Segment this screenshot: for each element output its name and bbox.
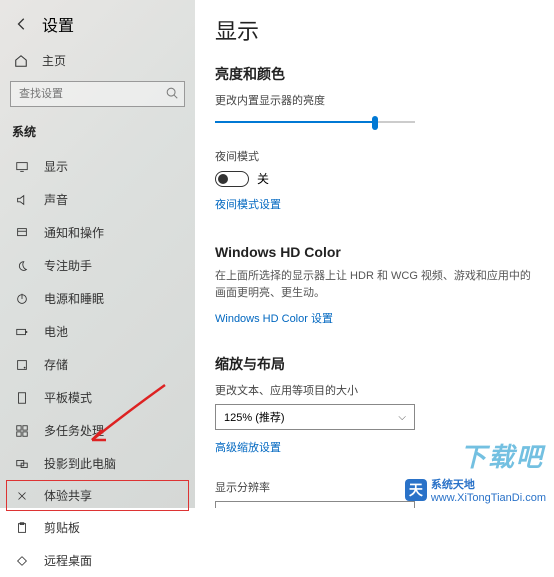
sidebar-item-label: 通知和操作 xyxy=(44,224,104,241)
resolution-select[interactable]: 1920 × 1080 (推荐) ⌵ xyxy=(215,501,415,508)
sidebar-item-battery[interactable]: 电池 xyxy=(0,315,195,348)
notification-icon xyxy=(14,225,30,241)
tablet-icon xyxy=(14,390,30,406)
night-mode-settings-link[interactable]: 夜间模式设置 xyxy=(215,196,281,212)
scale-select[interactable]: 125% (推荐) ⌵ xyxy=(215,404,415,430)
sidebar-item-label: 剪贴板 xyxy=(44,519,80,536)
toggle-knob-icon xyxy=(218,174,228,184)
slider-thumb-icon xyxy=(372,116,378,130)
home-button[interactable]: 主页 xyxy=(0,46,195,81)
sidebar-item-project[interactable]: 投影到此电脑 xyxy=(0,447,195,480)
sidebar-item-display[interactable]: 显示 xyxy=(0,150,195,183)
speaker-icon xyxy=(14,192,30,208)
sidebar-item-label: 专注助手 xyxy=(44,257,92,274)
chevron-down-icon: ⌵ xyxy=(398,412,406,423)
sidebar-item-label: 多任务处理 xyxy=(44,422,104,439)
sidebar-item-clipboard[interactable]: 剪贴板 xyxy=(0,511,195,544)
sidebar-item-label: 声音 xyxy=(44,191,68,208)
sidebar: 设置 主页 系统 显示 声音 xyxy=(0,0,195,508)
nav-list: 显示 声音 通知和操作 专注助手 电源和睡眠 xyxy=(0,150,195,577)
sidebar-item-power[interactable]: 电源和睡眠 xyxy=(0,282,195,315)
sidebar-item-label: 平板模式 xyxy=(44,389,92,406)
home-label: 主页 xyxy=(42,52,66,69)
search-input[interactable] xyxy=(10,81,185,107)
share-icon xyxy=(14,488,30,504)
sidebar-item-label: 电源和睡眠 xyxy=(44,290,104,307)
sidebar-item-tablet[interactable]: 平板模式 xyxy=(0,381,195,414)
main-content: 显示 亮度和颜色 更改内置显示器的亮度 夜间模式 关 夜间模式设置 Window… xyxy=(195,0,554,508)
brightness-section-title: 亮度和颜色 xyxy=(215,64,538,84)
sidebar-item-multitask[interactable]: 多任务处理 xyxy=(0,414,195,447)
storage-icon xyxy=(14,357,30,373)
window-title: 设置 xyxy=(42,12,74,36)
clipboard-icon xyxy=(14,520,30,536)
resolution-label: 显示分辨率 xyxy=(215,479,538,495)
advanced-scale-link[interactable]: 高级缩放设置 xyxy=(215,439,281,455)
night-mode-label: 夜间模式 xyxy=(215,148,538,164)
brightness-label: 更改内置显示器的亮度 xyxy=(215,92,538,108)
home-icon xyxy=(14,54,28,68)
moon-icon xyxy=(14,258,30,274)
hd-settings-link[interactable]: Windows HD Color 设置 xyxy=(215,310,333,326)
search-icon xyxy=(165,86,179,100)
sidebar-item-label: 电池 xyxy=(44,323,68,340)
sidebar-item-remote[interactable]: 远程桌面 xyxy=(0,544,195,577)
scale-value: 125% (推荐) xyxy=(224,409,285,425)
arrow-left-icon xyxy=(15,17,29,31)
scale-label: 更改文本、应用等项目的大小 xyxy=(215,382,538,398)
sidebar-item-focus[interactable]: 专注助手 xyxy=(0,249,195,282)
hd-description: 在上面所选择的显示器上让 HDR 和 WCG 视频、游戏和应用中的画面更明亮、更… xyxy=(215,268,538,301)
scale-section-title: 缩放与布局 xyxy=(215,354,538,374)
sidebar-item-notifications[interactable]: 通知和操作 xyxy=(0,216,195,249)
back-button[interactable] xyxy=(12,14,32,34)
page-title: 显示 xyxy=(215,14,538,46)
section-label: 系统 xyxy=(0,119,195,150)
hd-section-title: Windows HD Color xyxy=(215,244,538,260)
night-mode-toggle[interactable] xyxy=(215,171,249,187)
power-icon xyxy=(14,291,30,307)
sidebar-item-label: 存储 xyxy=(44,356,68,373)
sidebar-item-storage[interactable]: 存储 xyxy=(0,348,195,381)
sidebar-item-label: 体验共享 xyxy=(44,487,92,504)
multitask-icon xyxy=(14,423,30,439)
remote-icon xyxy=(14,553,30,569)
night-mode-state: 关 xyxy=(257,170,269,187)
project-icon xyxy=(14,456,30,472)
sidebar-item-label: 显示 xyxy=(44,158,68,175)
sidebar-item-label: 投影到此电脑 xyxy=(44,455,116,472)
sidebar-item-label: 远程桌面 xyxy=(44,552,92,569)
monitor-icon xyxy=(14,159,30,175)
sidebar-item-shared-experience[interactable]: 体验共享 xyxy=(6,480,189,511)
battery-icon xyxy=(14,324,30,340)
brightness-slider[interactable] xyxy=(215,114,415,130)
sidebar-item-sound[interactable]: 声音 xyxy=(0,183,195,216)
